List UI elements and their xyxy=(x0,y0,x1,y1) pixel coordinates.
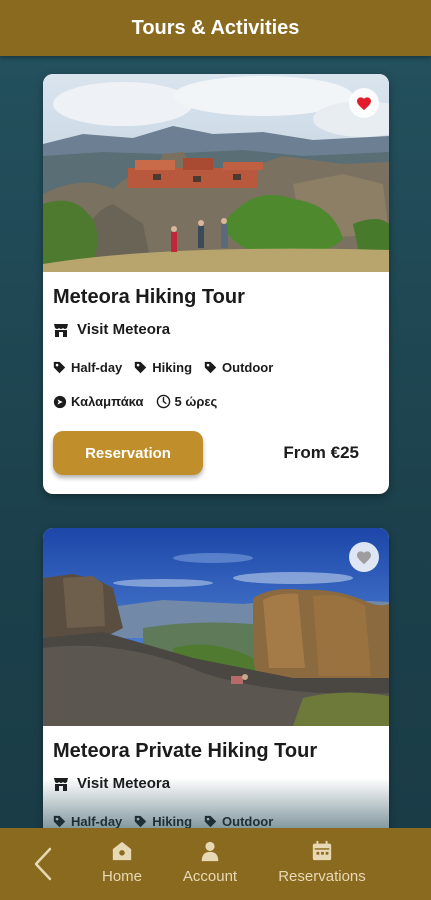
tag-list: Half-day Hiking Outdoor xyxy=(53,360,379,375)
app-header: Tours & Activities xyxy=(0,0,431,56)
tag-item: Half-day xyxy=(53,360,122,375)
tag-label: Half-day xyxy=(71,814,123,828)
tag-label: Half-day xyxy=(71,360,123,375)
nav-account-label: Account xyxy=(182,868,238,885)
tag-label: Outdoor xyxy=(222,814,274,828)
tag-icon xyxy=(204,361,217,374)
nav-home[interactable]: Home xyxy=(100,840,144,885)
nav-account[interactable]: Account xyxy=(178,840,242,885)
tag-icon xyxy=(53,361,66,374)
heart-icon xyxy=(357,96,371,110)
tag-icon xyxy=(53,815,66,828)
nav-reservations[interactable]: Reservations xyxy=(272,840,372,885)
heart-icon xyxy=(357,550,371,564)
tour-photo xyxy=(43,528,389,726)
tag-list: Half-day Hiking Outdoor xyxy=(53,814,379,828)
tour-photo xyxy=(43,74,389,272)
tag-label: Hiking xyxy=(152,814,193,828)
provider-name: Visit Meteora xyxy=(77,321,171,338)
location-label: Καλαμπάκα xyxy=(71,394,144,409)
location: Καλαμπάκα xyxy=(53,394,144,409)
location-icon xyxy=(53,395,67,408)
provider[interactable]: Visit Meteora xyxy=(53,321,379,338)
page-title: Tours & Activities xyxy=(131,16,300,39)
tag-label: Hiking xyxy=(152,360,193,375)
tag-item: Outdoor xyxy=(204,360,273,375)
user-icon xyxy=(201,841,219,862)
home-icon xyxy=(112,841,132,861)
tag-icon xyxy=(135,361,147,374)
favorite-button[interactable] xyxy=(349,88,379,118)
provider-name: Visit Meteora xyxy=(77,775,171,792)
nav-home-label: Home xyxy=(101,868,142,885)
tour-title: Meteora Private Hiking Tour xyxy=(53,740,318,762)
tour-card[interactable]: Meteora Private Hiking Tour Visit Meteor… xyxy=(43,528,389,828)
calendar-icon xyxy=(312,840,332,861)
provider[interactable]: Visit Meteora xyxy=(53,775,379,792)
duration: 5 ώρες xyxy=(156,394,218,409)
tour-title: Meteora Hiking Tour xyxy=(53,286,245,308)
tag-item: Outdoor xyxy=(204,814,273,828)
chevron-left-icon xyxy=(34,847,52,881)
tour-card[interactable]: Meteora Hiking Tour Visit Meteora Half-d… xyxy=(43,74,389,494)
meteora-rocks-image xyxy=(43,528,389,726)
tour-meta: Καλαμπάκα 5 ώρες xyxy=(53,394,379,409)
duration-label: 5 ώρες xyxy=(174,394,218,409)
tag-icon xyxy=(135,815,147,828)
tag-item: Hiking xyxy=(134,360,192,375)
clock-icon xyxy=(156,394,170,409)
tag-item: Half-day xyxy=(53,814,122,828)
meteora-landscape-image xyxy=(43,74,389,272)
store-icon xyxy=(54,777,68,791)
card-actions: Reservation From €25 xyxy=(53,431,379,475)
store-icon xyxy=(54,323,68,337)
tag-item: Hiking xyxy=(134,814,192,828)
bottom-nav: Home Account Reservations xyxy=(0,828,431,900)
price-label: From €25 xyxy=(283,443,359,462)
favorite-button[interactable] xyxy=(349,542,379,572)
nav-reservations-label: Reservations xyxy=(278,868,366,885)
tag-label: Outdoor xyxy=(222,360,274,375)
back-button[interactable] xyxy=(0,828,86,900)
reservation-button[interactable]: Reservation xyxy=(53,431,203,475)
tag-icon xyxy=(204,815,217,828)
tour-list[interactable]: Meteora Hiking Tour Visit Meteora Half-d… xyxy=(0,56,431,828)
